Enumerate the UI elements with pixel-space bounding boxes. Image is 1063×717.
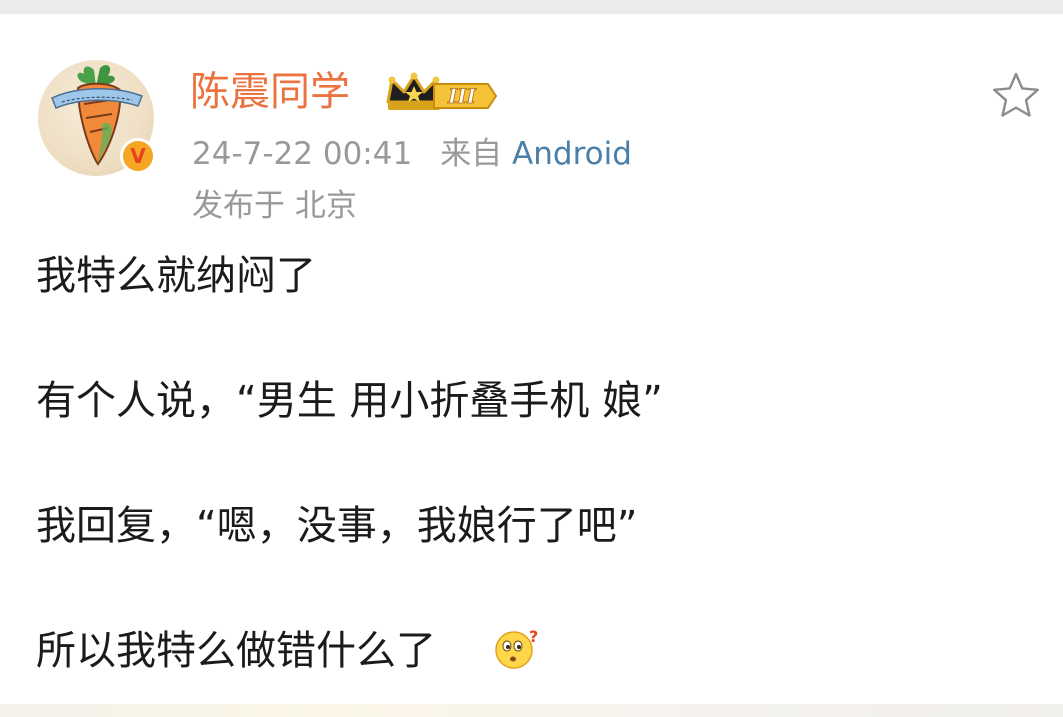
post-text-line: 所以我特么做错什么了 (36, 628, 436, 674)
post-text-line: 我特么就纳闷了 (36, 253, 316, 299)
verified-v-badge-icon: V (120, 138, 156, 174)
star-outline-icon[interactable] (990, 70, 1042, 122)
post-location: 发布于 北京 (192, 188, 357, 224)
top-divider (0, 0, 1063, 14)
author-name[interactable]: 陈震同学 (190, 68, 350, 116)
weibo-post-card: V 陈震同学 III 24-7-22 00:41 来自 Android 发布于 北… (0, 14, 1063, 717)
post-body: 我特么就纳闷了 有个人说，“男生 用小折叠手机 娘” 我回复，“嗯，没事，我娘行… (36, 250, 1026, 677)
source-prefix: 来自 (440, 136, 503, 172)
source-device-link[interactable]: Android (512, 136, 632, 172)
post-text-line: 我回复，“嗯，没事，我娘行了吧” (36, 503, 638, 549)
confused-face-emoji-icon: ? (495, 627, 538, 669)
post-text-line: 有个人说，“男生 用小折叠手机 娘” (36, 378, 663, 424)
svg-text:?: ? (529, 627, 538, 646)
verified-badge-label: V (130, 144, 146, 168)
post-meta: 24-7-22 00:41 来自 Android (192, 134, 632, 174)
author-avatar-container[interactable]: V (38, 60, 160, 182)
post-text-line-with-emoji: 所以我特么做错什么了 ? (36, 625, 1026, 677)
next-content-preview (0, 704, 1063, 717)
post-timestamp: 24-7-22 00:41 (192, 136, 413, 172)
crown-level-badge-icon[interactable]: III (384, 72, 500, 114)
vip-level-label: III (447, 84, 477, 108)
